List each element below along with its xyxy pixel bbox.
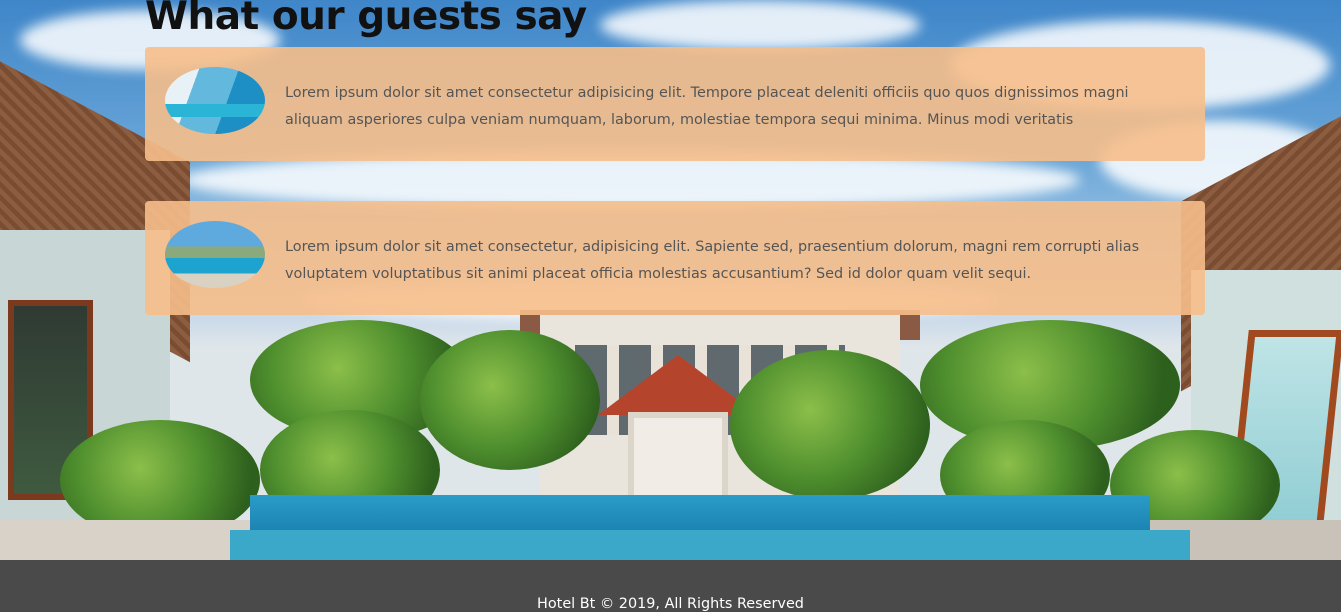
testimonial-card: Lorem ipsum dolor sit amet consectetur, … bbox=[145, 201, 1205, 315]
testimonial-card: Lorem ipsum dolor sit amet consectetur a… bbox=[145, 47, 1205, 161]
section-title: What our guests say bbox=[145, 0, 587, 39]
testimonial-photo bbox=[165, 221, 265, 288]
testimonial-text: Lorem ipsum dolor sit amet consectetur, … bbox=[285, 239, 1140, 282]
testimonial-text: Lorem ipsum dolor sit amet consectetur a… bbox=[285, 85, 1129, 128]
page: What our guests say Lorem ipsum dolor si… bbox=[0, 0, 1341, 612]
footer-copyright: Hotel Bt © 2019, All Rights Reserved bbox=[537, 596, 804, 612]
footer: Hotel Bt © 2019, All Rights Reserved bbox=[0, 560, 1341, 612]
testimonial-photo bbox=[165, 67, 265, 134]
